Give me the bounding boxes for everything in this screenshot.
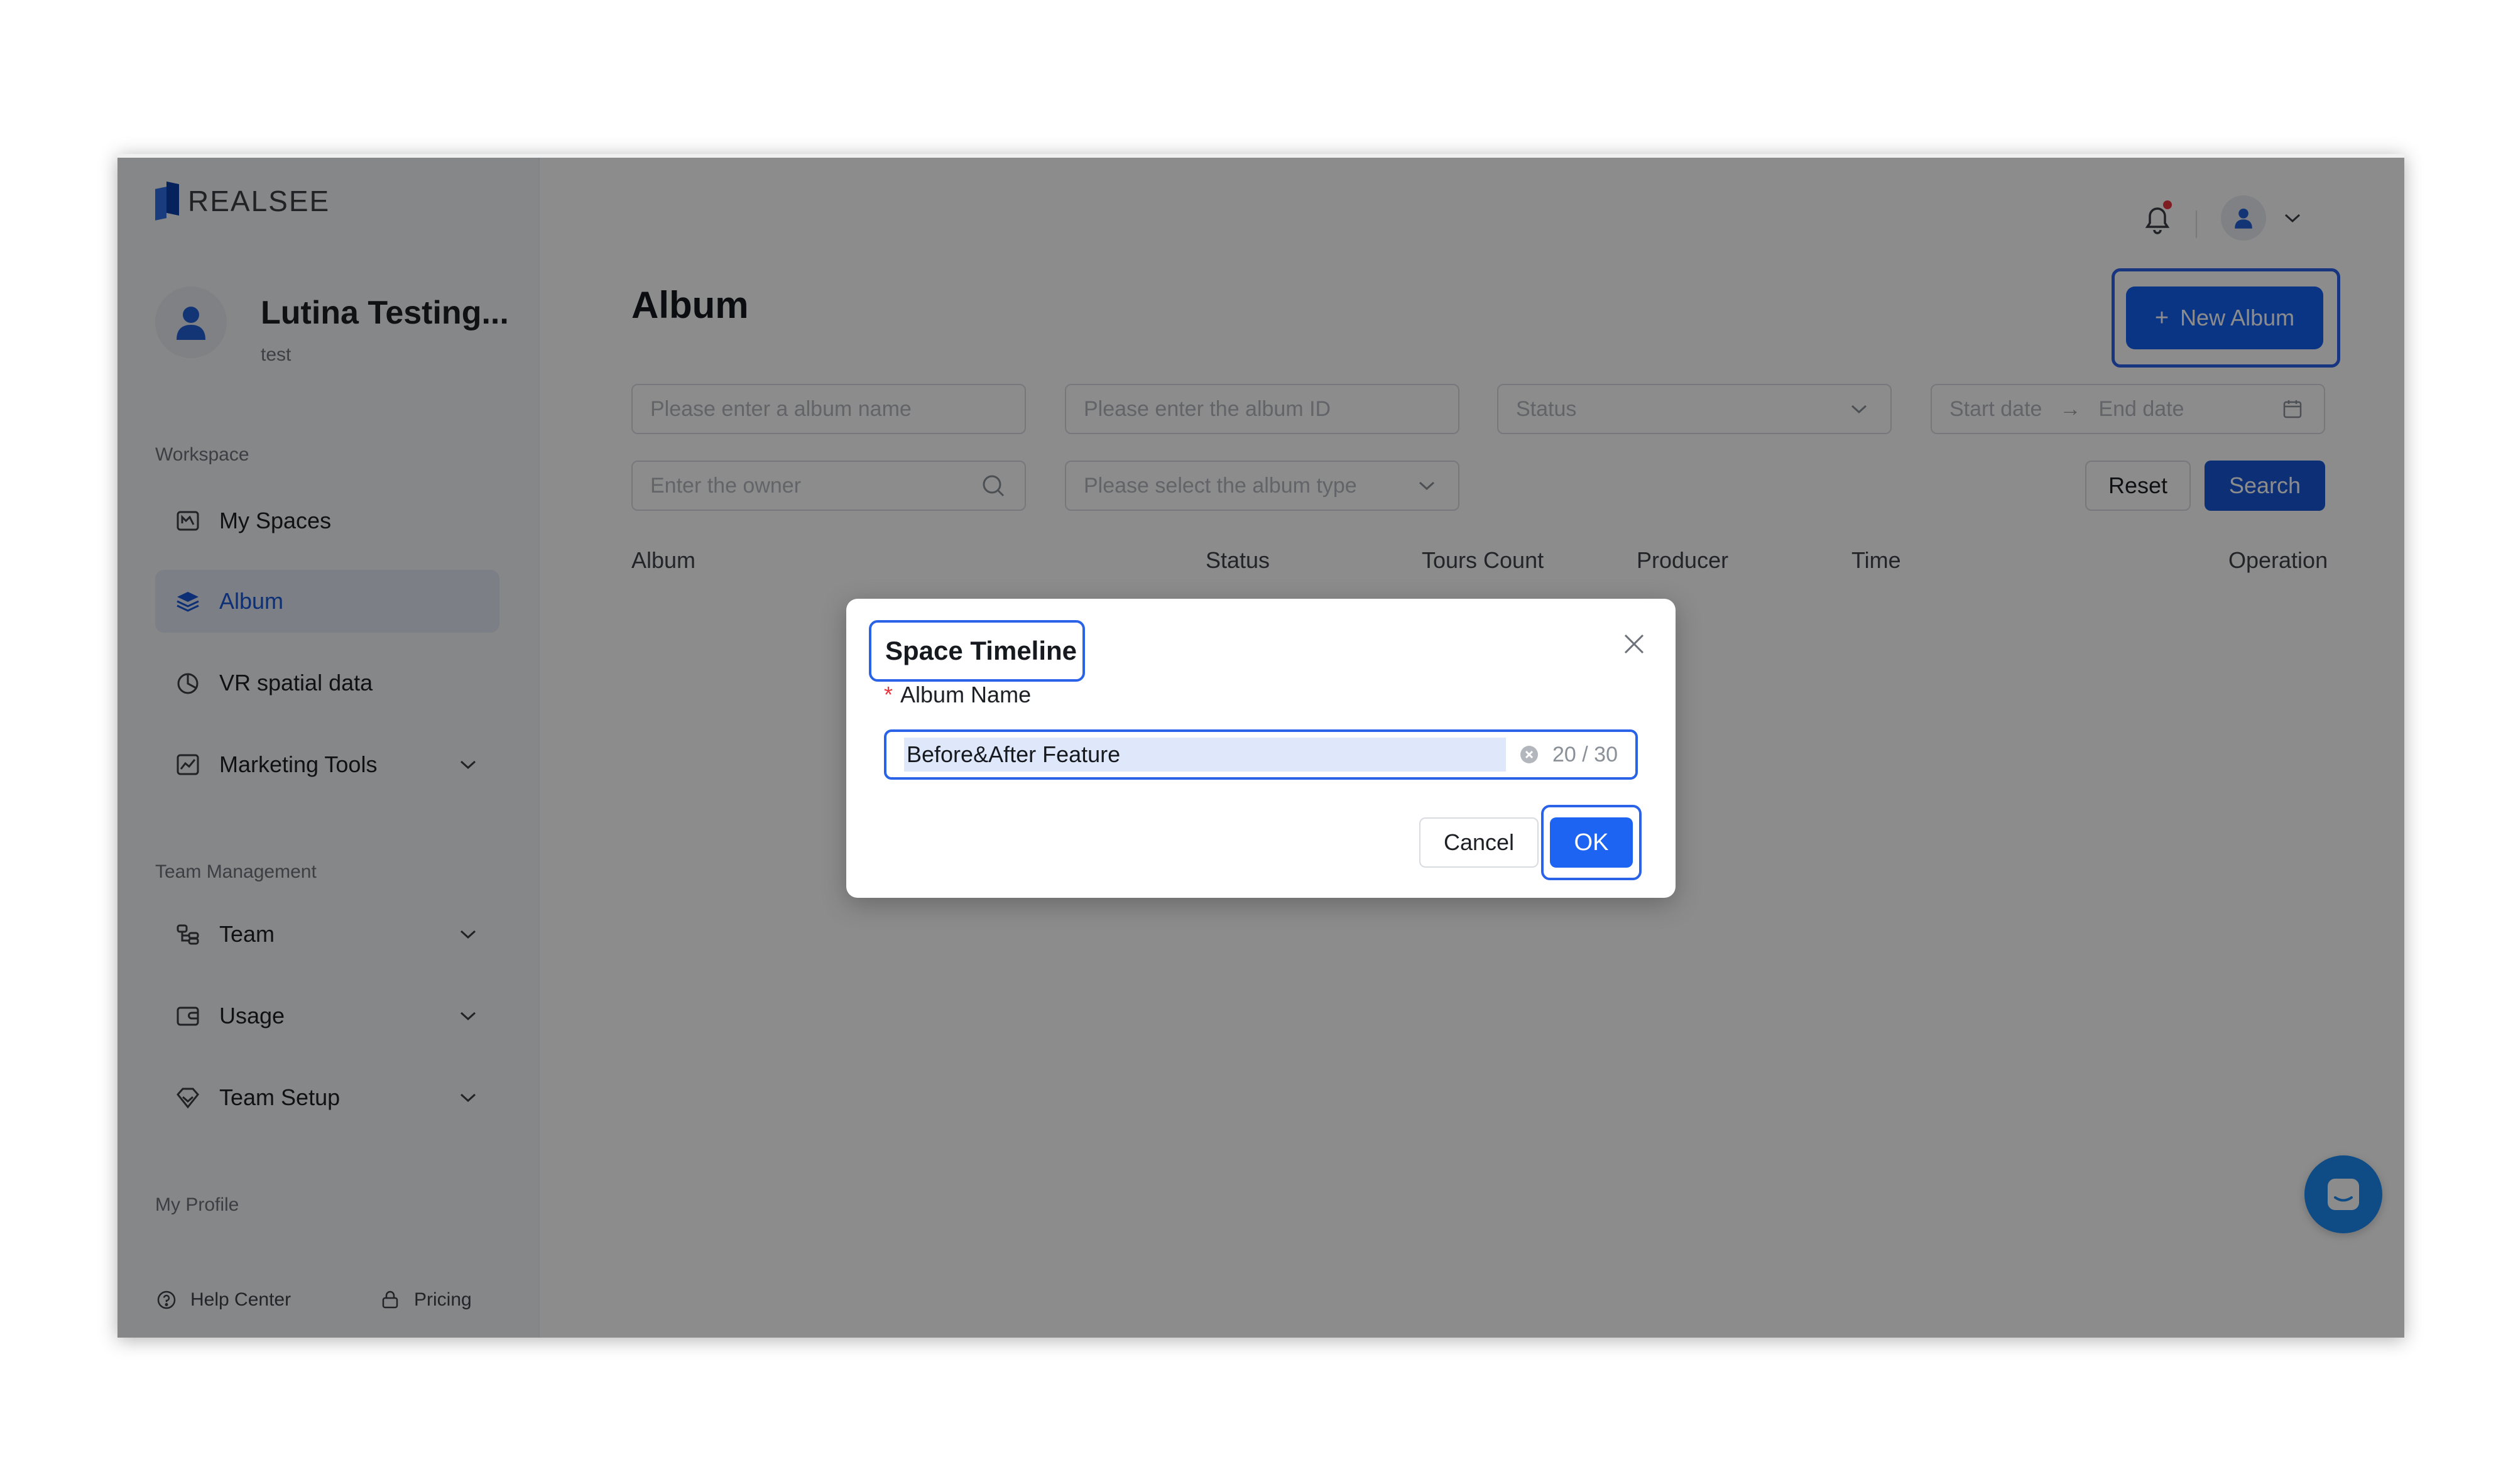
required-asterisk: * bbox=[884, 682, 893, 707]
close-icon bbox=[1624, 634, 1644, 654]
album-name-value: Before&After Feature bbox=[904, 738, 1507, 772]
album-name-field[interactable]: Before&After Feature 20 / 30 bbox=[884, 729, 1638, 780]
album-name-label: * Album Name bbox=[884, 682, 1031, 708]
dialog-title-focus-ring: Space Timeline bbox=[869, 620, 1085, 682]
ok-focus-ring: OK bbox=[1541, 805, 1642, 880]
album-name-label-text: Album Name bbox=[900, 682, 1032, 707]
close-button[interactable] bbox=[1616, 626, 1652, 662]
space-timeline-dialog: Space Timeline * Album Name Before&After … bbox=[846, 599, 1676, 898]
dialog-title: Space Timeline bbox=[885, 636, 1077, 665]
clear-icon[interactable] bbox=[1518, 744, 1540, 765]
app-window: REALSEE Lutina Testing... test Workspace… bbox=[117, 154, 2404, 1338]
cancel-button[interactable]: Cancel bbox=[1419, 817, 1539, 868]
character-counter: 20 / 30 bbox=[1552, 742, 1618, 767]
ok-button[interactable]: OK bbox=[1550, 817, 1633, 868]
